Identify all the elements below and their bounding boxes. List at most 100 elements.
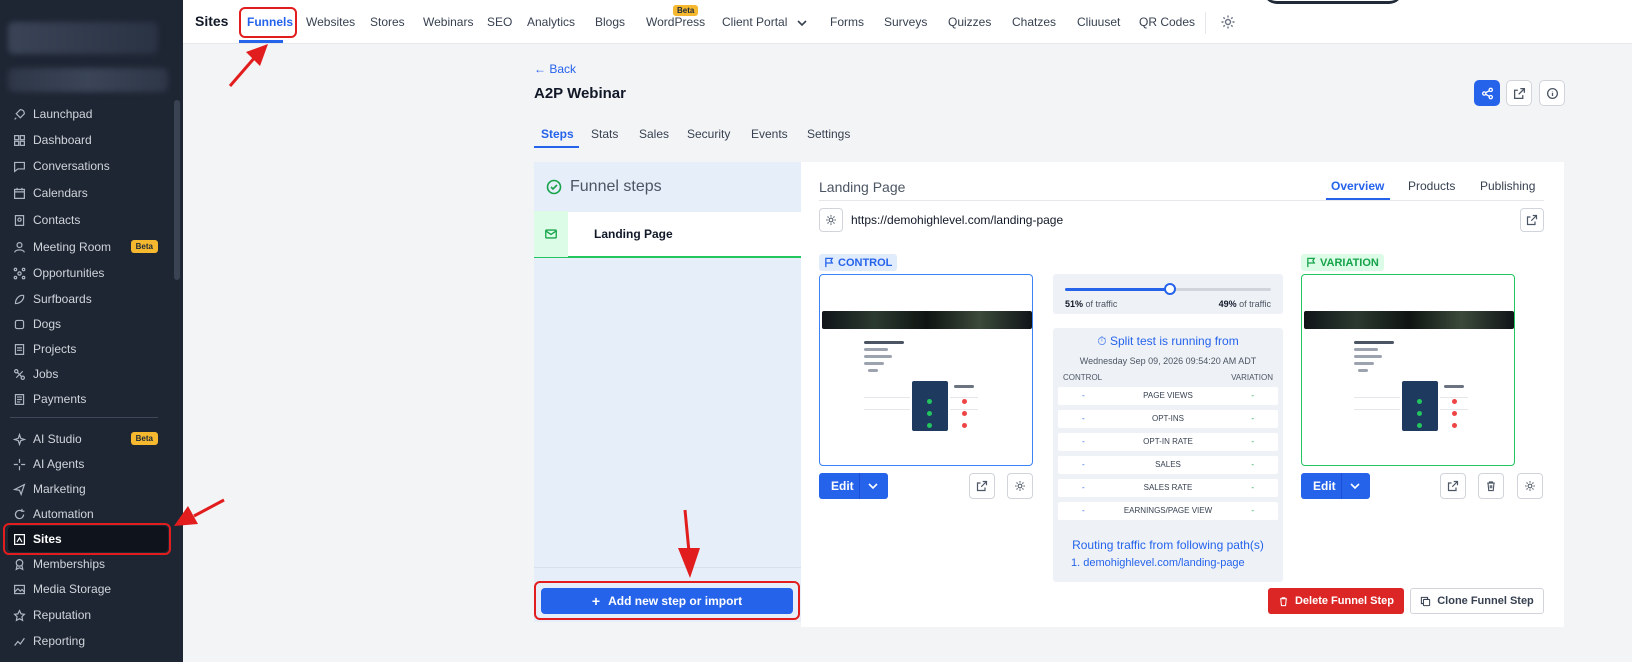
account-switcher[interactable]	[8, 22, 158, 54]
sidebar-search[interactable]	[8, 68, 168, 92]
annotation-box-sites	[3, 523, 171, 555]
split-test-title: ⏱ Split test is running from	[1053, 334, 1283, 349]
tab-stats[interactable]: Stats	[591, 127, 618, 141]
topnav-item-analytics[interactable]: Analytics	[527, 15, 575, 29]
sidebar-item-ai-studio[interactable]: AI Studio Beta	[8, 426, 168, 452]
memberships-icon	[12, 557, 26, 571]
back-link[interactable]: ← Back	[534, 62, 576, 76]
sidebar-item-label: Opportunities	[33, 266, 105, 280]
topnav-item-seo[interactable]: SEO	[487, 15, 512, 29]
preview-text-line	[954, 385, 974, 388]
sidebar-item-jobs[interactable]: Jobs	[8, 361, 168, 387]
funnel-steps-panel: Funnel steps Landing Page	[534, 162, 801, 622]
variation-open-button[interactable]	[1440, 473, 1466, 499]
sidebar-item-projects[interactable]: Projects	[8, 336, 168, 362]
chevron-down-icon[interactable]	[1349, 480, 1361, 492]
control-page-preview[interactable]	[819, 274, 1033, 466]
preview-x-dot	[1452, 411, 1457, 416]
sidebar-item-contacts[interactable]: Contacts	[8, 207, 168, 233]
share-icon	[1481, 87, 1493, 99]
control-edit-button[interactable]: Edit	[819, 473, 888, 499]
chevron-down-icon[interactable]	[796, 17, 808, 29]
sidebar-item-payments[interactable]: Payments	[8, 386, 168, 412]
topnav-item-webinars[interactable]: Webinars	[423, 15, 473, 29]
tab-publishing[interactable]: Publishing	[1480, 179, 1535, 193]
metric-row: - SALES RATE -	[1058, 479, 1278, 497]
control-tag: CONTROL	[819, 254, 898, 271]
split-divider	[859, 473, 860, 499]
meeting-icon	[12, 240, 26, 254]
metric-variation-value: -	[1251, 437, 1254, 446]
preview-text-line	[864, 348, 888, 351]
step-url[interactable]: https://demohighlevel.com/landing-page	[851, 213, 1063, 227]
sidebar-item-reporting[interactable]: Reporting	[8, 628, 168, 654]
variation-edit-button[interactable]: Edit	[1301, 473, 1370, 499]
share-button[interactable]	[1474, 80, 1500, 106]
split-test-date: Wednesday Sep 09, 2026 09:54:20 AM ADT	[1079, 356, 1257, 366]
sidebar-item-conversations[interactable]: Conversations	[8, 153, 168, 179]
open-url-button[interactable]	[1520, 208, 1544, 232]
metric-name: OPT-INS	[1151, 414, 1184, 423]
topnav-item-websites[interactable]: Websites	[306, 15, 355, 29]
variation-delete-button[interactable]	[1478, 473, 1504, 499]
sidebar-item-dashboard[interactable]: Dashboard	[8, 127, 168, 153]
tab-steps[interactable]: Steps	[541, 127, 574, 141]
metric-variation-value: -	[1251, 483, 1254, 492]
sidebar-item-opportunities[interactable]: Opportunities	[8, 260, 168, 286]
sidebar-item-calendars[interactable]: Calendars	[8, 180, 168, 206]
preview-x-dot	[962, 423, 967, 428]
annotation-box-add-step	[534, 581, 800, 620]
sidebar-item-reputation[interactable]: Reputation	[8, 602, 168, 628]
tab-events[interactable]: Events	[751, 127, 788, 141]
sidebar-scrollbar[interactable]	[174, 100, 180, 280]
stopwatch-icon: ⏱	[1097, 334, 1107, 348]
topnav-item-cliuuset[interactable]: Cliuuset	[1077, 15, 1120, 29]
control-open-button[interactable]	[969, 473, 995, 499]
sidebar-item-surfboards[interactable]: Surfboards	[8, 286, 168, 312]
topnav-item-forms[interactable]: Forms	[830, 15, 864, 29]
delete-funnel-step-button[interactable]: Delete Funnel Step	[1268, 588, 1404, 614]
tab-products[interactable]: Products	[1408, 179, 1455, 193]
jobs-icon	[12, 367, 26, 381]
funnel-steps-title: Funnel steps	[570, 178, 662, 195]
topnav-item-blogs[interactable]: Blogs	[595, 15, 625, 29]
open-external-button[interactable]	[1506, 80, 1532, 106]
sidebar-item-label: Marketing	[33, 482, 86, 496]
sidebar-item-media-storage[interactable]: Media Storage	[8, 576, 168, 602]
sidebar-item-meeting-room[interactable]: Meeting Room Beta	[8, 234, 168, 260]
tab-sales[interactable]: Sales	[639, 127, 669, 141]
topnav-item-stores[interactable]: Stores	[370, 15, 405, 29]
topnav-item-wordpress[interactable]: WordPress	[646, 15, 705, 29]
tab-overview[interactable]: Overview	[1331, 179, 1384, 193]
chevron-down-icon[interactable]	[867, 480, 879, 492]
url-settings-button[interactable]	[819, 208, 843, 232]
funnel-step-item[interactable]: Landing Page	[534, 211, 801, 258]
slider-handle[interactable]	[1164, 283, 1177, 295]
sidebar-item-dogs[interactable]: Dogs	[8, 311, 168, 337]
sidebar-item-label: Calendars	[33, 186, 88, 200]
traffic-split-slider[interactable]: 51% of traffic 49% of traffic	[1053, 274, 1283, 314]
preview-row-divider	[1354, 409, 1400, 410]
routing-path-link[interactable]: 1. demohighlevel.com/landing-page	[1071, 557, 1245, 569]
preview-row-divider	[1440, 397, 1468, 398]
sidebar-item-launchpad[interactable]: Launchpad	[8, 101, 168, 127]
topnav-item-chatzes[interactable]: Chatzes	[1012, 15, 1056, 29]
variation-settings-button[interactable]	[1517, 473, 1543, 499]
variation-page-preview[interactable]	[1301, 274, 1515, 466]
control-settings-button[interactable]	[1007, 473, 1033, 499]
topnav-item-qr-codes[interactable]: QR Codes	[1139, 15, 1195, 29]
sidebar-item-ai-agents[interactable]: AI Agents	[8, 451, 168, 477]
gear-icon[interactable]	[1220, 14, 1236, 30]
topnav-item-surveys[interactable]: Surveys	[884, 15, 927, 29]
clone-funnel-step-button[interactable]: Clone Funnel Step	[1410, 588, 1544, 614]
info-button[interactable]	[1539, 80, 1565, 106]
topnav-item-quizzes[interactable]: Quizzes	[948, 15, 991, 29]
topnav-item-client-portal[interactable]: Client Portal	[722, 15, 787, 29]
preview-hero-image	[1304, 311, 1514, 329]
metric-row: - SALES -	[1058, 456, 1278, 474]
tab-security[interactable]: Security	[687, 127, 730, 141]
media-icon	[12, 582, 26, 596]
tab-settings[interactable]: Settings	[807, 127, 850, 141]
sidebar-item-marketing[interactable]: Marketing	[8, 476, 168, 502]
send-icon	[12, 482, 26, 496]
